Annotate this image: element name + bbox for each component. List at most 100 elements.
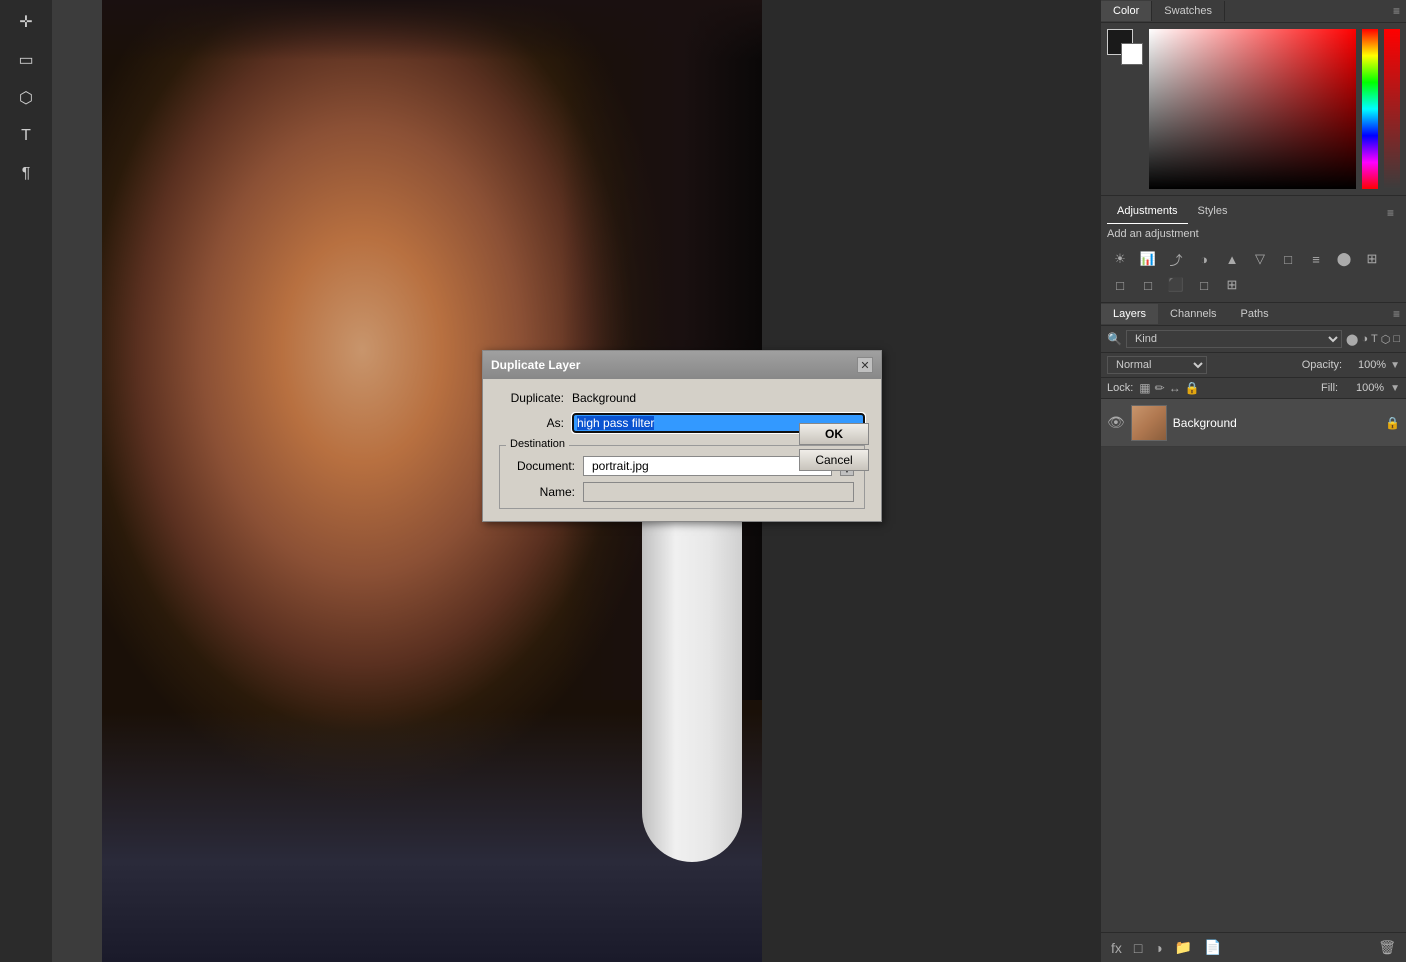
color-picker-area — [1101, 23, 1406, 195]
fill-arrow[interactable]: ▼ — [1390, 383, 1400, 394]
tab-layers[interactable]: Layers — [1101, 304, 1158, 324]
layer-background[interactable]: 👁 Background 🔒 — [1101, 399, 1406, 447]
adjustments-title: Add an adjustment — [1107, 224, 1400, 244]
delete-layer-button[interactable]: 🗑 — [1374, 937, 1400, 958]
destination-legend: Destination — [506, 438, 569, 450]
duplicate-value: Background — [572, 391, 636, 405]
hue-bar[interactable] — [1362, 29, 1378, 189]
text-tool[interactable]: T — [8, 118, 44, 154]
filter-shape-icon[interactable]: ⬡ — [1381, 333, 1391, 346]
layer-lock-icon: 🔒 — [1385, 416, 1400, 430]
left-toolbar: ✛ ▭ ⬡ T ¶ — [0, 0, 52, 962]
add-adjustment-button[interactable]: ◑ — [1150, 938, 1166, 958]
filter-smartobj-icon[interactable]: □ — [1393, 333, 1400, 345]
as-label: As: — [499, 416, 564, 430]
color-panel-tabs: Color Swatches ≡ — [1101, 0, 1406, 23]
threshold-adj[interactable]: ⬛ — [1163, 274, 1189, 296]
layers-filter-row: 🔍 Kind ⬤ ◑ T ⬡ □ — [1101, 326, 1406, 353]
create-layer-button[interactable]: 📄 — [1200, 937, 1225, 958]
vibrance-adj[interactable]: ▲ — [1219, 248, 1245, 270]
lock-transparent-icon[interactable]: ▦ — [1139, 381, 1150, 395]
lock-pixels-icon[interactable]: ✏ — [1155, 381, 1165, 395]
tab-color[interactable]: Color — [1101, 1, 1152, 21]
gradient-map-adj[interactable]: □ — [1191, 274, 1217, 296]
hsl-adj[interactable]: ▽ — [1247, 248, 1273, 270]
opacity-label: Opacity: — [1302, 359, 1342, 371]
fill-value: 100% — [1344, 382, 1384, 394]
lock-label: Lock: — [1107, 382, 1133, 394]
brightness-adj[interactable]: ☀ — [1107, 248, 1133, 270]
color-spectrum[interactable] — [1149, 29, 1356, 189]
tab-styles[interactable]: Styles — [1188, 202, 1238, 224]
filter-kind-dropdown[interactable]: Kind — [1126, 330, 1342, 348]
tab-channels[interactable]: Channels — [1158, 304, 1228, 324]
move-tool[interactable]: ✛ — [8, 4, 44, 40]
layers-panel: Layers Channels Paths ≡ 🔍 Kind ⬤ ◑ T ⬡ □… — [1101, 303, 1406, 962]
posterize-adj[interactable]: □ — [1135, 274, 1161, 296]
adjustments-panel: Adjustments Styles ≡ Add an adjustment ☀… — [1101, 196, 1406, 303]
name-input[interactable] — [583, 482, 854, 502]
levels-adj[interactable]: 📊 — [1135, 248, 1161, 270]
ok-button[interactable]: OK — [799, 423, 869, 445]
filter-search-icon: 🔍 — [1107, 332, 1122, 346]
adjustment-icons-row2: □ □ ⬛ □ ⊞ — [1107, 274, 1400, 296]
lock-all-icon[interactable]: 🔒 — [1185, 381, 1200, 395]
alpha-bar[interactable] — [1384, 29, 1400, 189]
layer-name: Background — [1173, 416, 1379, 430]
paragraph-tool[interactable]: ¶ — [8, 156, 44, 192]
marquee-tool[interactable]: ▭ — [8, 42, 44, 78]
dialog-titlebar[interactable]: Duplicate Layer ✕ — [483, 351, 881, 379]
add-mask-button[interactable]: □ — [1130, 938, 1146, 958]
document-label: Document: — [510, 459, 575, 473]
layers-tabs: Layers Channels Paths ≡ — [1101, 303, 1406, 326]
blend-mode-dropdown[interactable]: Normal — [1107, 356, 1207, 374]
layers-lock-row: Lock: ▦ ✏ ↔ 🔒 Fill: 100% ▼ — [1101, 378, 1406, 399]
dialog-title: Duplicate Layer — [491, 358, 580, 372]
layers-list: 👁 Background 🔒 — [1101, 399, 1406, 932]
dialog-close-button[interactable]: ✕ — [857, 357, 873, 373]
layer-visibility-icon[interactable]: 👁 — [1107, 414, 1125, 431]
filter-pixel-icon[interactable]: ⬤ — [1346, 333, 1358, 346]
background-color[interactable] — [1121, 43, 1143, 65]
duplicate-layer-dialog[interactable]: Duplicate Layer ✕ Duplicate: Background … — [482, 350, 882, 522]
fill-label: Fill: — [1321, 382, 1338, 394]
dialog-buttons: OK Cancel — [799, 423, 869, 471]
right-panel: Color Swatches ≡ Adjustments Styles ≡ Ad… — [1100, 0, 1406, 962]
photo-filter-adj[interactable]: ⬤ — [1331, 248, 1357, 270]
tab-swatches[interactable]: Swatches — [1152, 1, 1225, 21]
opacity-arrow[interactable]: ▼ — [1390, 360, 1400, 371]
duplicate-row: Duplicate: Background — [499, 391, 865, 405]
cancel-button[interactable]: Cancel — [799, 449, 869, 471]
add-group-button[interactable]: 📁 — [1171, 937, 1196, 958]
opacity-value: 100% — [1346, 359, 1386, 371]
color-panel-menu[interactable]: ≡ — [1387, 0, 1406, 22]
lock-icons: ▦ ✏ ↔ 🔒 — [1139, 381, 1199, 395]
tab-paths[interactable]: Paths — [1229, 304, 1281, 324]
duplicate-label: Duplicate: — [499, 391, 564, 405]
color-panel: Color Swatches ≡ — [1101, 0, 1406, 196]
lock-position-icon[interactable]: ↔ — [1169, 381, 1181, 395]
filter-icons: ⬤ ◑ T ⬡ □ — [1346, 333, 1400, 346]
exposure-adj[interactable]: ◑ — [1191, 248, 1217, 270]
invert-adj[interactable]: □ — [1107, 274, 1133, 296]
layers-panel-menu[interactable]: ≡ — [1387, 303, 1406, 325]
document-select[interactable]: portrait.jpg — [583, 456, 832, 476]
canvas-area: Duplicate Layer ✕ Duplicate: Background … — [52, 0, 1100, 962]
fg-bg-colors[interactable] — [1107, 29, 1143, 65]
adjustment-icons-row1: ☀ 📊 ⤴ ◑ ▲ ▽ □ ≡ ⬤ ⊞ — [1107, 244, 1400, 274]
layer-thumbnail — [1131, 405, 1167, 441]
dialog-body: Duplicate: Background As: Destination Do… — [483, 379, 881, 521]
channel-mixer-adj[interactable]: ⊞ — [1359, 248, 1385, 270]
bw-adj[interactable]: ≡ — [1303, 248, 1329, 270]
filter-adj-icon[interactable]: ◑ — [1361, 333, 1368, 345]
filter-type-icon[interactable]: T — [1371, 333, 1378, 345]
adjustments-panel-menu[interactable]: ≡ — [1381, 202, 1400, 224]
tab-adjustments[interactable]: Adjustments — [1107, 202, 1188, 224]
curves-adj[interactable]: ⤴ — [1163, 248, 1189, 270]
add-style-button[interactable]: fx — [1107, 938, 1126, 958]
name-row: Name: — [510, 482, 854, 502]
adjustments-tabs: Adjustments Styles ≡ — [1107, 202, 1400, 224]
color-balance-adj[interactable]: □ — [1275, 248, 1301, 270]
selective-color-adj[interactable]: ⊞ — [1219, 274, 1245, 296]
lasso-tool[interactable]: ⬡ — [8, 80, 44, 116]
